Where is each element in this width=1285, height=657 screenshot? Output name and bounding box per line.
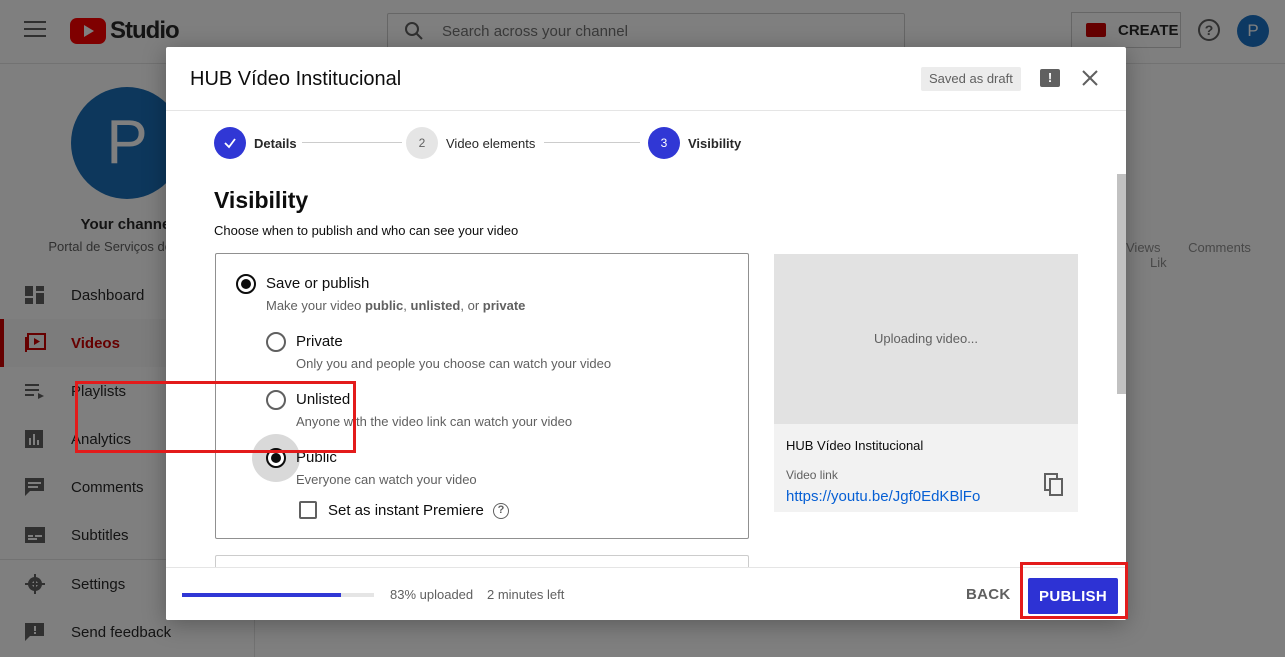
upload-percent: 83% uploaded xyxy=(390,587,474,602)
feedback-icon[interactable]: ! xyxy=(1040,69,1060,87)
back-button[interactable]: BACK xyxy=(966,586,1011,603)
instant-premiere-checkbox[interactable] xyxy=(299,501,317,519)
preview-video-title: HUB Vídeo Institucional xyxy=(786,438,924,453)
video-preview-card: Uploading video... HUB Vídeo Institucion… xyxy=(774,254,1078,512)
save-or-publish-label: Save or publish xyxy=(266,275,370,292)
annotation-highlight-publish xyxy=(1020,562,1128,619)
instant-premiere-label: Set as instant Premiere xyxy=(328,502,484,519)
step-number: 2 xyxy=(406,127,438,159)
save-or-publish-desc: Make your video public, unlisted, or pri… xyxy=(266,298,526,313)
step-label: Details xyxy=(254,135,297,151)
upload-progress-bar xyxy=(182,593,374,597)
upload-time-left: 2 minutes left xyxy=(487,587,565,602)
close-icon[interactable] xyxy=(1079,67,1101,89)
save-or-publish-radio[interactable] xyxy=(236,274,256,294)
step-complete-circle xyxy=(214,127,246,159)
step-label: Visibility xyxy=(688,135,742,151)
step-label: Video elements xyxy=(446,135,536,151)
step-connector xyxy=(544,142,640,143)
dialog-header: HUB Vídeo Institucional Saved as draft ! xyxy=(166,47,1126,111)
private-radio[interactable] xyxy=(266,332,286,352)
upload-progress-fill xyxy=(182,593,342,597)
checkmark-icon xyxy=(224,138,236,149)
video-link[interactable]: https://youtu.be/Jgf0EdKBlFo xyxy=(786,488,980,505)
private-desc: Only you and people you choose can watch… xyxy=(296,356,612,371)
visibility-subheading: Choose when to publish and who can see y… xyxy=(214,223,519,238)
step-details[interactable]: Details xyxy=(214,127,297,159)
step-video-elements[interactable]: 2 Video elements xyxy=(406,127,535,159)
public-desc: Everyone can watch your video xyxy=(296,472,477,487)
upload-dialog: HUB Vídeo Institucional Saved as draft !… xyxy=(166,47,1126,620)
dialog-scrollbar[interactable] xyxy=(1117,174,1126,394)
dialog-title: HUB Vídeo Institucional xyxy=(190,68,402,90)
visibility-heading: Visibility xyxy=(214,187,309,213)
draft-status-badge: Saved as draft xyxy=(921,67,1021,91)
dialog-footer: 83% uploaded 2 minutes left BACK PUBLISH xyxy=(166,567,1126,620)
video-link-label: Video link xyxy=(786,468,838,482)
step-visibility[interactable]: 3 Visibility xyxy=(648,127,741,159)
step-connector xyxy=(302,142,402,143)
private-label: Private xyxy=(296,333,343,350)
help-icon[interactable]: ? xyxy=(493,503,509,519)
video-player-placeholder: Uploading video... xyxy=(774,254,1078,424)
copy-icon[interactable] xyxy=(1044,473,1064,497)
step-number: 3 xyxy=(648,127,680,159)
annotation-highlight-public xyxy=(75,381,356,453)
upload-stepper: Details 2 Video elements 3 Visibility xyxy=(214,127,774,159)
